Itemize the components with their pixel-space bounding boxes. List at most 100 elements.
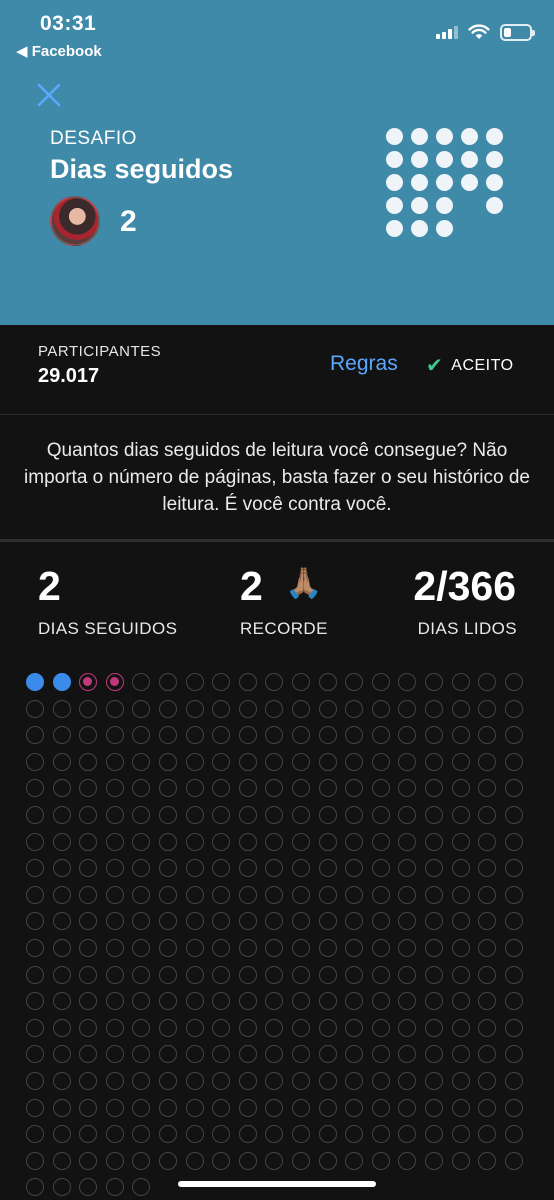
calendar-day bbox=[159, 779, 177, 798]
calendar-day bbox=[265, 673, 284, 691]
calendar-day bbox=[451, 673, 470, 691]
calendar-day bbox=[265, 1018, 284, 1037]
calendar-day bbox=[371, 939, 390, 957]
calendar-day bbox=[26, 1125, 44, 1144]
calendar-day bbox=[265, 1125, 284, 1144]
logo-dot bbox=[386, 151, 403, 168]
calendar-day bbox=[52, 885, 71, 904]
calendar-day bbox=[79, 1072, 98, 1090]
calendar-day bbox=[105, 1072, 124, 1090]
calendar-day bbox=[292, 726, 310, 745]
calendar-day bbox=[398, 1098, 417, 1117]
calendar-day bbox=[52, 939, 71, 957]
calendar-day bbox=[105, 1151, 124, 1170]
calendar-day bbox=[52, 752, 71, 771]
calendar-day bbox=[398, 806, 417, 824]
rules-link[interactable]: Regras bbox=[330, 352, 398, 376]
calendar-day bbox=[159, 885, 177, 904]
calendar-day bbox=[105, 965, 124, 984]
calendar-day bbox=[52, 912, 71, 931]
calendar-day bbox=[371, 912, 390, 931]
calendar-day bbox=[185, 1151, 204, 1170]
calendar-day bbox=[371, 992, 390, 1011]
calendar-day bbox=[345, 673, 364, 691]
calendar-day bbox=[105, 1178, 124, 1197]
calendar-day bbox=[292, 1098, 310, 1117]
calendar-day bbox=[185, 992, 204, 1011]
calendar-day bbox=[425, 965, 443, 984]
calendar-day bbox=[504, 885, 523, 904]
calendar-day bbox=[212, 726, 231, 745]
accepted-label: ACEITO bbox=[451, 356, 514, 374]
calendar-day bbox=[26, 912, 44, 931]
calendar-day bbox=[238, 859, 257, 878]
calendar-day bbox=[345, 885, 364, 904]
calendar-day bbox=[371, 1072, 390, 1090]
calendar-day bbox=[451, 992, 470, 1011]
calendar-day bbox=[345, 726, 364, 745]
logo-dot bbox=[411, 197, 428, 214]
calendar-day bbox=[398, 752, 417, 771]
calendar-day bbox=[318, 1045, 337, 1064]
calendar-day bbox=[371, 779, 390, 798]
calendar-day bbox=[132, 806, 151, 824]
calendar-day bbox=[318, 752, 337, 771]
challenge-title: Dias seguidos bbox=[50, 154, 234, 184]
calendar-day bbox=[504, 1125, 523, 1144]
calendar-day bbox=[345, 699, 364, 718]
calendar-day bbox=[292, 885, 310, 904]
streak-value: 2 bbox=[38, 563, 61, 609]
calendar-day bbox=[345, 992, 364, 1011]
logo-dot bbox=[436, 151, 453, 168]
calendar-day bbox=[265, 859, 284, 878]
calendar-day bbox=[292, 859, 310, 878]
calendar-day bbox=[105, 832, 124, 851]
close-icon[interactable] bbox=[36, 82, 62, 108]
calendar-day bbox=[371, 699, 390, 718]
logo-dot bbox=[461, 128, 478, 145]
calendar-day bbox=[79, 1045, 98, 1064]
calendar-day bbox=[105, 1018, 124, 1037]
calendar-day bbox=[238, 885, 257, 904]
calendar-day bbox=[159, 939, 177, 957]
calendar-day bbox=[292, 832, 310, 851]
calendar-day bbox=[132, 1018, 151, 1037]
calendar-day bbox=[451, 1098, 470, 1117]
calendar-day bbox=[425, 912, 443, 931]
calendar-day bbox=[185, 779, 204, 798]
calendar-day bbox=[504, 1151, 523, 1170]
calendar-day bbox=[292, 939, 310, 957]
calendar-day bbox=[425, 939, 443, 957]
calendar-day bbox=[318, 885, 337, 904]
calendar-day bbox=[185, 1072, 204, 1090]
avatar[interactable] bbox=[50, 196, 100, 246]
calendar-day bbox=[371, 1018, 390, 1037]
calendar-day bbox=[185, 912, 204, 931]
calendar-day bbox=[265, 1045, 284, 1064]
calendar-day bbox=[79, 885, 98, 904]
calendar-day bbox=[52, 1125, 71, 1144]
calendar-day bbox=[79, 752, 98, 771]
calendar-day bbox=[212, 832, 231, 851]
calendar-day bbox=[26, 859, 44, 878]
calendar-day bbox=[238, 806, 257, 824]
back-to-facebook-link[interactable]: ◀ Facebook bbox=[16, 42, 102, 60]
calendar-day bbox=[425, 779, 443, 798]
calendar-day bbox=[185, 832, 204, 851]
calendar-day bbox=[398, 1018, 417, 1037]
calendar-day bbox=[105, 673, 124, 691]
calendar-day bbox=[504, 726, 523, 745]
calendar-day bbox=[292, 806, 310, 824]
calendar-day bbox=[26, 832, 44, 851]
calendar-day bbox=[132, 673, 151, 691]
calendar-day bbox=[265, 832, 284, 851]
calendar-day bbox=[398, 1151, 417, 1170]
calendar-day bbox=[504, 1072, 523, 1090]
calendar-day bbox=[398, 673, 417, 691]
calendar-day bbox=[478, 1018, 497, 1037]
calendar-day bbox=[105, 1098, 124, 1117]
home-indicator bbox=[178, 1181, 376, 1187]
calendar-day bbox=[478, 1098, 497, 1117]
calendar-day bbox=[52, 1072, 71, 1090]
logo-dot bbox=[486, 128, 503, 145]
